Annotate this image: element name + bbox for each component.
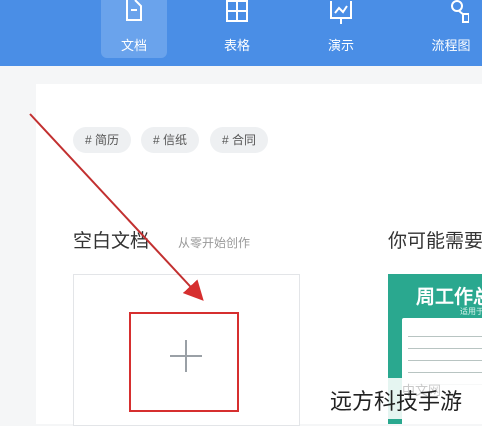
watermark-text: 远方科技手游: [330, 389, 463, 414]
annotation-arrow: [29, 113, 204, 301]
